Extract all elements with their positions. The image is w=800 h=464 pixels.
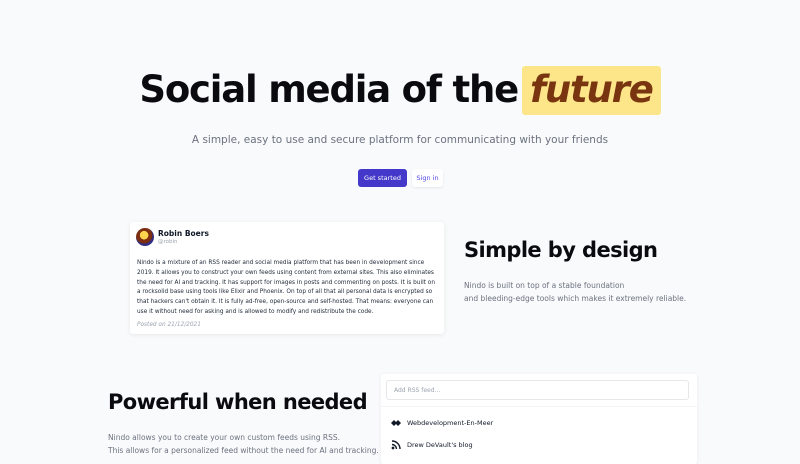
feed-item[interactable]: Webdevelopment-En-Meer xyxy=(390,416,493,430)
add-rss-feed-input[interactable] xyxy=(386,380,689,400)
simple-text-line-2: and bleeding-edge tools which makes it e… xyxy=(464,293,687,303)
avatar[interactable] xyxy=(136,228,154,246)
rss-divider xyxy=(381,406,697,407)
rss-icon xyxy=(390,440,402,450)
feed-logo-icon xyxy=(390,418,402,428)
simple-section-text: Nindo is built on top of a stable founda… xyxy=(464,280,686,305)
hero-title-main: Social media of the xyxy=(139,68,519,111)
post-date: Posted on 21/12/2021 xyxy=(137,322,201,328)
get-started-button[interactable]: Get started xyxy=(358,169,407,187)
post-body: Nindo is a mixture of an RSS reader and … xyxy=(137,260,436,315)
rss-feed-panel: Webdevelopment-En-Meer Drew DeVault's bl… xyxy=(381,374,697,464)
hero-title-highlight: future xyxy=(522,66,661,115)
hero-title: Social media of the future xyxy=(0,66,800,115)
hero-tagline: A simple, easy to use and secure platfor… xyxy=(191,134,609,146)
simple-section-title: Simple by design xyxy=(464,238,658,262)
powerful-text-line-2: This allows for a personalized feed with… xyxy=(108,445,379,455)
powerful-section-title: Powerful when needed xyxy=(108,390,368,414)
post-author-handle: @robin xyxy=(158,239,178,245)
example-post-card: Robin Boers @robin Nindo is a mixture of… xyxy=(130,222,444,334)
feed-item-label: Drew DeVault's blog xyxy=(407,441,473,449)
powerful-section-text: Nindo allows you to create your own cust… xyxy=(108,432,379,457)
sign-in-button[interactable]: Sign in xyxy=(412,169,443,187)
simple-text-line-1: Nindo is built on top of a stable founda… xyxy=(464,281,625,290)
post-author-name[interactable]: Robin Boers xyxy=(158,229,209,238)
powerful-text-line-1: Nindo allows you to create your own cust… xyxy=(108,433,341,442)
feed-item-label: Webdevelopment-En-Meer xyxy=(407,419,494,427)
